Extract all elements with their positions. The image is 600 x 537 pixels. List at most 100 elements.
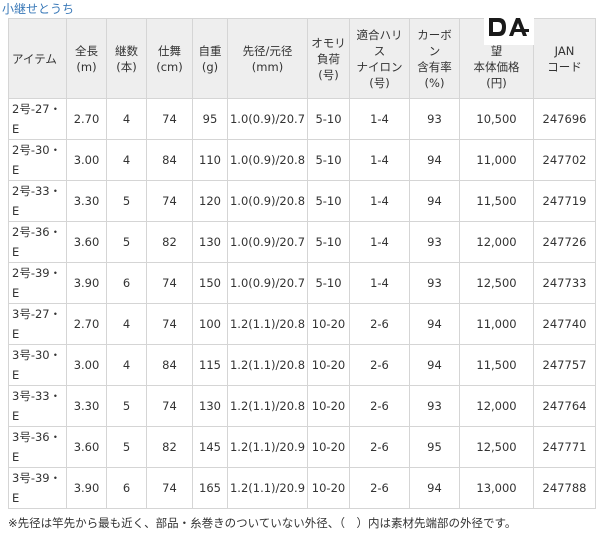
table-cell: 74 xyxy=(146,303,193,345)
table-cell: 1.2(1.1)/20.8 xyxy=(227,385,308,427)
table-cell: 11,000 xyxy=(459,303,534,345)
header-cell-line: 仕舞 xyxy=(158,43,181,58)
table-cell: 3.90 xyxy=(66,262,107,304)
table-cell: 5-10 xyxy=(307,139,350,181)
table-cell: 165 xyxy=(192,467,228,509)
daiwa-logo-icon xyxy=(484,9,534,45)
table-body: 2号-27・E 2.70 4 74 95 1.0(0.9)/20.7 5-10 1-4 93 10… xyxy=(8,98,596,509)
table-cell: 84 xyxy=(146,139,193,181)
table-cell: 1.2(1.1)/20.8 xyxy=(227,344,308,386)
table-cell: 247788 xyxy=(533,467,596,509)
table-cell: 2-6 xyxy=(349,467,410,509)
table-cell: 4 xyxy=(106,344,147,386)
table-cell: 1.0(0.9)/20.8 xyxy=(227,139,308,181)
header-cell-line: 自重 xyxy=(198,43,222,58)
header-cell-line: 適合ハリ xyxy=(356,27,403,42)
table-cell: 10-20 xyxy=(307,426,350,468)
header-cell-line: (cm) xyxy=(156,59,183,74)
header-cell-line: カーボ xyxy=(417,27,452,42)
table-cell: 3.60 xyxy=(66,221,107,263)
table-cell: 247726 xyxy=(533,221,596,263)
table-cell: 247696 xyxy=(533,98,596,140)
table-cell: 12,000 xyxy=(459,385,534,427)
header-cell-line: JAN xyxy=(554,43,575,58)
item-name-cell: 2号-36・E xyxy=(8,221,67,263)
table-cell: 94 xyxy=(409,344,460,386)
item-name-cell: 2号-33・E xyxy=(8,180,67,222)
header-cell: 全長 (m) xyxy=(66,18,107,99)
table-cell: 6 xyxy=(106,467,147,509)
header-cell-line: アイテム xyxy=(12,51,57,66)
table-cell: 150 xyxy=(192,262,228,304)
table-row: 2号-33・E 3.30 5 74 120 1.0(0.9)/20.8 5-10 1-4 94 1… xyxy=(8,180,596,222)
table-row: 3号-33・E 3.30 5 74 130 1.2(1.1)/20.8 10-20 2-6 93… xyxy=(8,385,596,427)
table-cell: 93 xyxy=(409,98,460,140)
table-cell: 4 xyxy=(106,303,147,345)
table-cell: 11,500 xyxy=(459,180,534,222)
header-cell-line: 含有率 xyxy=(417,59,452,74)
table-cell: 2.70 xyxy=(66,98,107,140)
table-cell: 1.0(0.9)/20.8 xyxy=(227,180,308,222)
item-name-cell: 3号-33・E xyxy=(8,385,67,427)
header-cell: JAN コード xyxy=(533,18,596,99)
table-cell: 12,000 xyxy=(459,221,534,263)
table-cell: 5 xyxy=(106,221,147,263)
header-cell-line: (号) xyxy=(318,67,339,82)
table-cell: 12,500 xyxy=(459,426,534,468)
table-cell: 1.2(1.1)/20.9 xyxy=(227,467,308,509)
header-cell-line: 継数 xyxy=(115,43,138,58)
table-cell: 84 xyxy=(146,344,193,386)
table-cell: 1-4 xyxy=(349,98,410,140)
footnote: ※先径は竿先から最も近く、部品・糸巻きのついていない外径、（ ）内は素材先端部の… xyxy=(8,516,517,530)
table-cell: 5 xyxy=(106,180,147,222)
item-name-cell: 3号-39・E xyxy=(8,467,67,509)
header-cell: アイテム xyxy=(8,18,67,99)
header-cell: 自重 (g) xyxy=(192,18,228,99)
table-cell: 1.0(0.9)/20.7 xyxy=(227,221,308,263)
table-cell: 4 xyxy=(106,139,147,181)
table-cell: 1-4 xyxy=(349,139,410,181)
header-cell-line: (mm) xyxy=(251,59,284,74)
header-cell-line: (%) xyxy=(424,75,445,90)
table-cell: 10-20 xyxy=(307,344,350,386)
table-cell: 1.0(0.9)/20.7 xyxy=(227,262,308,304)
table-cell: 1.2(1.1)/20.9 xyxy=(227,426,308,468)
table-cell: 2-6 xyxy=(349,344,410,386)
table-cell: 93 xyxy=(409,385,460,427)
table-cell: 3.90 xyxy=(66,467,107,509)
table-cell: 3.60 xyxy=(66,426,107,468)
header-cell: 先径/元径 (mm) xyxy=(227,18,308,99)
header-cell-line: (号) xyxy=(369,75,390,90)
table-cell: 74 xyxy=(146,467,193,509)
table-cell: 1-4 xyxy=(349,262,410,304)
table-cell: 3.30 xyxy=(66,385,107,427)
table-cell: 10-20 xyxy=(307,467,350,509)
table-cell: 95 xyxy=(409,426,460,468)
item-name-cell: 3号-27・E xyxy=(8,303,67,345)
header-cell-line: (g) xyxy=(201,59,219,74)
header-cell-line: 本体価格 xyxy=(473,59,520,74)
table-cell: 94 xyxy=(409,180,460,222)
table-cell: 1-4 xyxy=(349,221,410,263)
table-cell: 74 xyxy=(146,262,193,304)
table-cell: 5-10 xyxy=(307,180,350,222)
table-cell: 12,500 xyxy=(459,262,534,304)
table-cell: 2.70 xyxy=(66,303,107,345)
header-cell-line: 負荷 xyxy=(317,51,340,66)
table-cell: 5-10 xyxy=(307,262,350,304)
header-cell-line: ナイロン xyxy=(356,59,403,74)
header-cell: カーボン含有率 (%) xyxy=(409,18,460,99)
item-name-cell: 3号-36・E xyxy=(8,426,67,468)
table-cell: 1.0(0.9)/20.7 xyxy=(227,98,308,140)
header-cell-line: ン xyxy=(428,43,441,58)
table-cell: 247740 xyxy=(533,303,596,345)
header-cell-line: 全長 xyxy=(75,43,98,58)
table-row: 2号-36・E 3.60 5 82 130 1.0(0.9)/20.7 5-10 1-4 93 1… xyxy=(8,221,596,263)
table-cell: 3.00 xyxy=(66,139,107,181)
table-cell: 2-6 xyxy=(349,426,410,468)
table-row: 2号-39・E 3.90 6 74 150 1.0(0.9)/20.7 5-10 1-4 93 1… xyxy=(8,262,596,304)
table-cell: 247764 xyxy=(533,385,596,427)
table-cell: 2-6 xyxy=(349,303,410,345)
table-cell: 1-4 xyxy=(349,180,410,222)
table-cell: 11,500 xyxy=(459,344,534,386)
